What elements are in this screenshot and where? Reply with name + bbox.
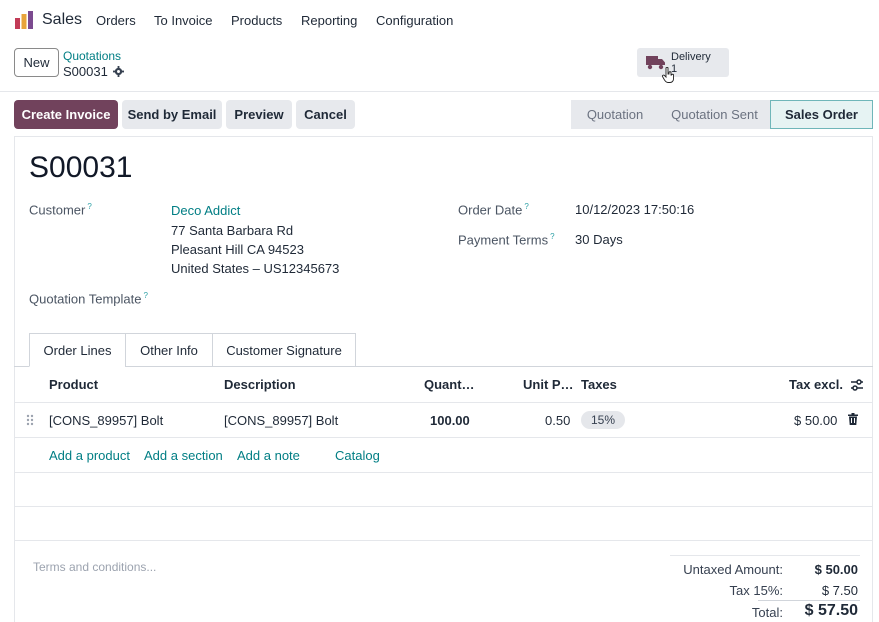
terms-and-conditions-input[interactable]: Terms and conditions... bbox=[33, 560, 156, 574]
menu-orders[interactable]: Orders bbox=[96, 13, 136, 28]
total-label: Total: bbox=[751, 605, 783, 620]
divider bbox=[15, 437, 872, 438]
menu-reporting[interactable]: Reporting bbox=[301, 13, 357, 28]
tab-other-info[interactable]: Other Info bbox=[125, 333, 213, 367]
line-unit-price[interactable]: 0.50 bbox=[545, 413, 570, 428]
column-product[interactable]: Product bbox=[49, 377, 98, 392]
cancel-button[interactable]: Cancel bbox=[296, 100, 355, 129]
divider bbox=[0, 91, 879, 92]
untaxed-amount-value: $ 50.00 bbox=[814, 562, 858, 577]
add-section-link[interactable]: Add a section bbox=[144, 448, 223, 463]
new-button[interactable]: New bbox=[14, 48, 59, 77]
drag-handle-icon[interactable] bbox=[26, 414, 34, 426]
payment-terms-value[interactable]: 30 Days bbox=[575, 232, 623, 247]
delivery-smart-button[interactable]: Delivery 1 bbox=[637, 48, 729, 77]
line-quantity[interactable]: 100.00 bbox=[430, 413, 470, 428]
help-icon[interactable]: ? bbox=[144, 291, 148, 300]
menu-products[interactable]: Products bbox=[231, 13, 282, 28]
divider bbox=[15, 506, 872, 507]
column-taxes[interactable]: Taxes bbox=[581, 377, 617, 392]
divider bbox=[15, 402, 872, 403]
customer-address-line1: 77 Santa Barbara Rd bbox=[171, 223, 294, 238]
tax-value: $ 7.50 bbox=[821, 583, 858, 598]
menu-to-invoice[interactable]: To Invoice bbox=[154, 13, 213, 28]
help-icon[interactable]: ? bbox=[550, 232, 554, 241]
page-title: S00031 bbox=[29, 151, 133, 184]
preview-button[interactable]: Preview bbox=[226, 100, 292, 129]
trash-icon[interactable] bbox=[848, 413, 858, 425]
tab-customer-signature[interactable]: Customer Signature bbox=[212, 333, 356, 367]
breadcrumb-quotations[interactable]: Quotations bbox=[63, 49, 121, 63]
customer-address-line2: Pleasant Hill CA 94523 bbox=[171, 242, 304, 257]
order-date-value[interactable]: 10/12/2023 17:50:16 bbox=[575, 202, 694, 217]
status-sales-order[interactable]: Sales Order bbox=[770, 100, 873, 129]
quotation-template-label: Quotation Template? bbox=[29, 291, 148, 307]
divider bbox=[758, 600, 860, 601]
record-name-label: S00031 bbox=[63, 64, 108, 79]
line-product[interactable]: [CONS_89957] Bolt bbox=[49, 413, 163, 428]
gear-icon[interactable] bbox=[112, 66, 124, 77]
order-date-label: Order Date? bbox=[458, 202, 529, 218]
column-description[interactable]: Description bbox=[224, 377, 296, 392]
column-unit-price[interactable]: Unit P… bbox=[523, 377, 574, 392]
column-quantity[interactable]: Quant… bbox=[424, 377, 475, 392]
status-quotation[interactable]: Quotation bbox=[571, 100, 659, 129]
delivery-label: Delivery bbox=[671, 51, 711, 63]
payment-terms-label: Payment Terms? bbox=[458, 232, 555, 248]
help-icon[interactable]: ? bbox=[524, 202, 528, 211]
add-note-link[interactable]: Add a note bbox=[237, 448, 300, 463]
add-product-link[interactable]: Add a product bbox=[49, 448, 130, 463]
column-settings-icon[interactable] bbox=[850, 378, 864, 392]
tab-order-lines[interactable]: Order Lines bbox=[29, 333, 126, 367]
catalog-link[interactable]: Catalog bbox=[335, 448, 380, 463]
line-tax-badge[interactable]: 15% bbox=[581, 411, 625, 429]
top-navbar: Sales Orders To Invoice Products Reporti… bbox=[0, 0, 879, 42]
line-description[interactable]: [CONS_89957] Bolt bbox=[224, 413, 338, 428]
send-by-email-button[interactable]: Send by Email bbox=[122, 100, 222, 129]
customer-address-line3: United States – US12345673 bbox=[171, 261, 340, 276]
hand-cursor-icon bbox=[662, 67, 674, 83]
divider bbox=[15, 472, 872, 473]
line-subtotal: $ 50.00 bbox=[794, 413, 838, 428]
customer-name[interactable]: Deco Addict bbox=[171, 203, 240, 218]
divider bbox=[15, 540, 872, 541]
sales-app-icon[interactable] bbox=[14, 10, 34, 30]
total-value: $ 57.50 bbox=[804, 602, 858, 619]
untaxed-amount-label: Untaxed Amount: bbox=[683, 562, 783, 577]
tax-label: Tax 15%: bbox=[729, 583, 783, 598]
create-invoice-button[interactable]: Create Invoice bbox=[14, 100, 118, 129]
menu-configuration[interactable]: Configuration bbox=[376, 13, 453, 28]
app-name[interactable]: Sales bbox=[42, 11, 82, 29]
help-icon[interactable]: ? bbox=[87, 202, 91, 211]
status-quotation-sent[interactable]: Quotation Sent bbox=[659, 100, 770, 129]
divider bbox=[670, 555, 860, 556]
column-tax-excl[interactable]: Tax excl. bbox=[789, 377, 843, 392]
customer-label: Customer? bbox=[29, 202, 92, 218]
record-name: S00031 bbox=[63, 64, 124, 79]
